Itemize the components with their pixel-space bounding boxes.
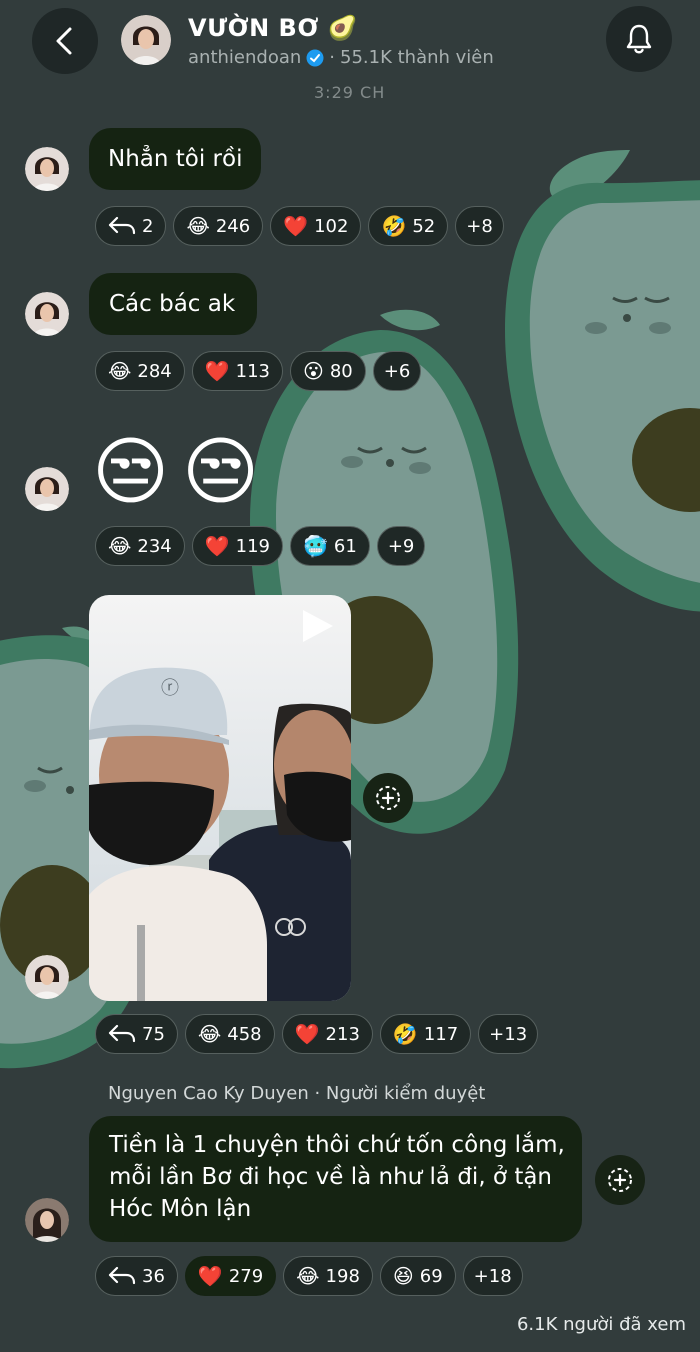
back-button[interactable] [32, 8, 98, 74]
add-reaction-icon [376, 786, 400, 810]
channel-username: anthiendoan [188, 47, 302, 68]
reaction-bar: 75 😂 458 ❤️ 213 🤣 117 +13 [95, 1014, 539, 1054]
message-text: Nhẳn tôi rồi [108, 146, 243, 172]
member-count: 55.1K thành viên [340, 47, 494, 68]
timestamp: 3:29 CH [314, 83, 386, 102]
message-bubble[interactable]: Tiền là 1 chuyện thôi chứ tốn công lắm, … [89, 1116, 582, 1242]
svg-text:ⓡ: ⓡ [161, 678, 179, 699]
verified-badge-icon [306, 49, 324, 66]
reaction-more[interactable]: +8 [455, 206, 504, 246]
reply-icon [108, 216, 136, 235]
channel-title-text: VƯỜN BƠ [188, 14, 319, 42]
avatar[interactable] [25, 147, 69, 191]
view-count: 6.1K người đã xem [516, 1314, 686, 1335]
reaction-more[interactable]: +9 [376, 526, 426, 566]
reaction-heart[interactable]: ❤️ 102 [270, 206, 362, 246]
avatar[interactable] [25, 467, 69, 511]
reaction-more[interactable]: +13 [478, 1014, 539, 1054]
reaction-more[interactable]: +18 [462, 1256, 523, 1296]
reply-count-chip[interactable]: 36 [95, 1256, 178, 1296]
reaction-laughing[interactable]: 😂 246 [173, 206, 264, 246]
reaction-laughing[interactable]: 😂 458 [184, 1014, 275, 1054]
reaction-bar: 2 😂 246 ❤️ 102 🤣 52 +8 [95, 206, 504, 246]
reaction-heart[interactable]: ❤️ 213 [281, 1014, 373, 1054]
notifications-button[interactable] [606, 6, 672, 72]
reaction-surprised[interactable]: 😮 80 [290, 351, 366, 391]
add-reaction-button[interactable] [363, 773, 413, 823]
reaction-bar: 36 ❤️ 279 😂 198 😆 69 +18 [95, 1256, 523, 1296]
unamused-emoji[interactable]: 😒 [92, 432, 169, 512]
add-reaction-icon [608, 1168, 632, 1192]
channel-title: VƯỜN BƠ 🥑 [188, 14, 358, 42]
reaction-bar: 😂 284 ❤️ 113 😮 80 +6 [95, 351, 422, 391]
reply-icon [108, 1024, 136, 1043]
chevron-left-icon [56, 27, 72, 55]
message-sender: Nguyen Cao Ky Duyen · Người kiểm duyệt [108, 1083, 486, 1104]
reaction-laughing[interactable]: 😂 198 [283, 1256, 373, 1296]
avatar[interactable] [25, 1198, 69, 1242]
channel-subtitle: anthiendoan · 55.1K thành viên [188, 47, 494, 68]
bell-icon [626, 24, 652, 54]
channel-avatar[interactable] [121, 15, 171, 65]
reply-count-chip[interactable]: 2 [95, 206, 167, 246]
unamused-emoji[interactable]: 😒 [182, 432, 259, 512]
reaction-rofl[interactable]: 🤣 117 [379, 1014, 472, 1054]
reaction-heart[interactable]: ❤️ 279 [184, 1256, 277, 1296]
reaction-heart[interactable]: ❤️ 113 [191, 351, 283, 391]
message-bubble[interactable]: Nhẳn tôi rồi [89, 128, 261, 190]
reaction-more[interactable]: +6 [372, 351, 422, 391]
avatar[interactable] [25, 292, 69, 336]
reaction-laughing[interactable]: 😂 234 [95, 526, 185, 566]
reaction-rofl[interactable]: 🤣 52 [368, 206, 449, 246]
message-bubble[interactable]: Các bác ak [89, 273, 257, 335]
reaction-grinning-squint[interactable]: 😆 69 [379, 1256, 456, 1296]
avatar[interactable] [25, 955, 69, 999]
reaction-bar: 😂 234 ❤️ 119 🥶 61 +9 [95, 526, 426, 566]
reaction-cold-face[interactable]: 🥶 61 [290, 526, 370, 566]
reply-count-chip[interactable]: 75 [95, 1014, 178, 1054]
add-reaction-button[interactable] [595, 1155, 645, 1205]
message-text: Tiền là 1 chuyện thôi chứ tốn công lắm, … [109, 1132, 565, 1222]
video-thumbnail[interactable]: ⓡ [89, 595, 351, 1001]
reaction-laughing[interactable]: 😂 284 [95, 351, 185, 391]
reply-icon [108, 1266, 136, 1285]
reaction-heart[interactable]: ❤️ 119 [191, 526, 283, 566]
avocado-emoji: 🥑 [327, 14, 359, 42]
message-text: Các bác ak [109, 291, 236, 317]
